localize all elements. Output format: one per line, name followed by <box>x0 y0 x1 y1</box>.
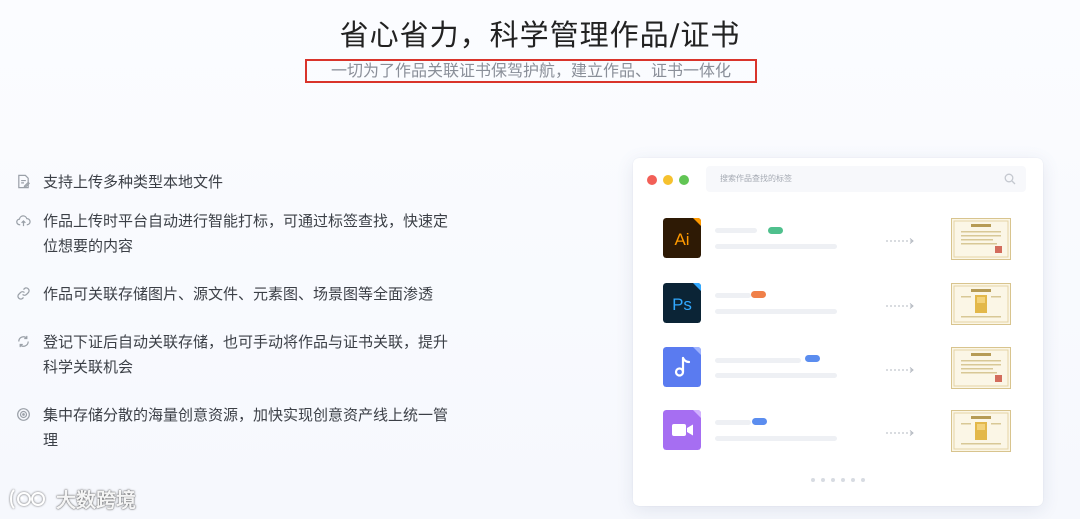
audio-file-icon <box>663 347 701 387</box>
file-type-label: Ai <box>674 230 689 249</box>
page-dot[interactable] <box>851 478 855 482</box>
feature-item: 作品可关联存储图片、源文件、元素图、场景图等全面渗透 <box>16 282 456 307</box>
page-dot[interactable] <box>831 478 835 482</box>
illustrator-file-icon: Ai <box>663 218 701 258</box>
sync-icon <box>16 334 31 349</box>
tag-pill <box>805 355 820 362</box>
page-dot[interactable] <box>841 478 845 482</box>
desc-placeholder-bar <box>715 309 837 314</box>
page-title: 省心省力，科学管理作品/证书 <box>339 18 741 52</box>
page-dot[interactable] <box>821 478 825 482</box>
tag-pill <box>752 418 767 425</box>
feature-text: 支持上传多种类型本地文件 <box>43 173 224 191</box>
watermark: 大数跨境 <box>8 484 136 513</box>
search-placeholder: 搜索作品查找的标签 <box>720 174 792 183</box>
dashed-arrow-icon <box>885 302 915 310</box>
search-icon[interactable] <box>1004 173 1016 185</box>
feature-item: 登记下证后自动关联存储，也可手动将作品与证书关联，提升科学关联机会 <box>16 330 456 380</box>
dashed-arrow-icon <box>885 237 915 245</box>
cloud-upload-icon <box>16 213 31 228</box>
certificate-thumbnail[interactable] <box>951 410 1011 452</box>
desc-placeholder-bar <box>715 244 837 249</box>
pagination-dots[interactable] <box>633 478 1043 482</box>
video-file-icon <box>663 410 701 450</box>
work-row[interactable]: Ps <box>633 283 1043 327</box>
title-placeholder-bar <box>715 358 801 363</box>
feature-text: 集中存储分散的海量创意资源，加快实现创意资产线上统一管理 <box>43 406 449 449</box>
page-dot[interactable] <box>861 478 865 482</box>
feature-item: 集中存储分散的海量创意资源，加快实现创意资产线上统一管理 <box>16 403 456 453</box>
certificate-thumbnail[interactable] <box>951 218 1011 260</box>
feature-text: 作品上传时平台自动进行智能打标，可通过标签查找，快速定位想要的内容 <box>43 212 449 255</box>
link-icon <box>16 286 31 301</box>
feature-text: 作品可关联存储图片、源文件、元素图、场景图等全面渗透 <box>43 285 434 303</box>
watermark-logo-icon <box>10 488 45 509</box>
file-type-label: Ps <box>672 295 692 314</box>
dashed-arrow-icon <box>885 429 915 437</box>
feature-text: 登记下证后自动关联存储，也可手动将作品与证书关联，提升科学关联机会 <box>43 333 449 376</box>
work-row[interactable]: Ai <box>633 218 1043 262</box>
feature-item: 作品上传时平台自动进行智能打标，可通过标签查找，快速定位想要的内容 <box>16 209 456 259</box>
tag-pill <box>768 227 783 234</box>
feature-list: 支持上传多种类型本地文件 作品上传时平台自动进行智能打标，可通过标签查找，快速定… <box>16 170 456 476</box>
certificate-thumbnail[interactable] <box>951 283 1011 325</box>
window-maximize-dot <box>679 175 689 185</box>
dashed-arrow-icon <box>885 366 915 374</box>
page-subtitle: 一切为了作品关联证书保驾护航，建立作品、证书一体化 <box>305 59 757 83</box>
work-row[interactable] <box>633 410 1043 454</box>
feature-item: 支持上传多种类型本地文件 <box>16 170 456 195</box>
page-dot[interactable] <box>811 478 815 482</box>
tag-pill <box>751 291 766 298</box>
photoshop-file-icon: Ps <box>663 283 701 323</box>
storage-icon <box>16 407 31 422</box>
title-placeholder-bar <box>715 420 751 425</box>
tag-search-input[interactable]: 搜索作品查找的标签 <box>706 166 1026 192</box>
window-close-dot <box>647 175 657 185</box>
window-minimize-dot <box>663 175 673 185</box>
desc-placeholder-bar <box>715 373 837 378</box>
certificate-thumbnail[interactable] <box>951 347 1011 389</box>
work-row[interactable] <box>633 347 1043 391</box>
app-preview-window: 搜索作品查找的标签 Ai Ps <box>633 158 1043 506</box>
watermark-text: 大数跨境 <box>56 488 136 512</box>
title-placeholder-bar <box>715 228 757 233</box>
title-placeholder-bar <box>715 293 751 298</box>
file-edit-icon <box>16 174 31 189</box>
desc-placeholder-bar <box>715 436 837 441</box>
